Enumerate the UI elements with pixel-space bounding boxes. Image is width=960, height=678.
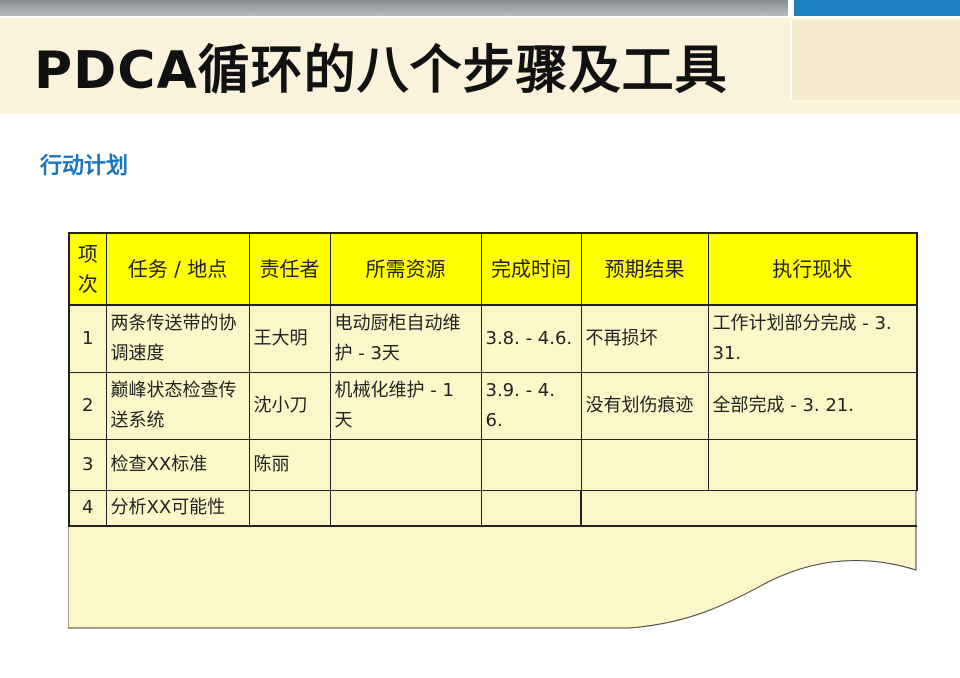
table-cell: 3.8. - 4.6.: [480, 304, 582, 373]
table-cell: 不再损坏: [580, 304, 709, 373]
table-cell: 没有划伤痕迹: [580, 372, 709, 440]
column-header: 所需资源: [329, 232, 482, 306]
column-header: 项次: [68, 232, 107, 306]
table-cell: 3.9. - 4. 6.: [480, 372, 582, 440]
table-cell: 巅峰状态检查传送系统: [105, 372, 250, 440]
table-cell: [480, 490, 582, 527]
table-cell: 电动厨柜自动维护 - 3天: [329, 304, 482, 373]
table-cell: [329, 490, 482, 527]
table-row: 3 检查XX标准 陈丽: [68, 439, 918, 491]
table-row: 1 两条传送带的协调速度 王大明 电动厨柜自动维护 - 3天 3.8. - 4.…: [68, 304, 918, 373]
table-cell: 2: [68, 372, 107, 440]
table-cell: 全部完成 - 3. 21.: [707, 372, 918, 440]
table-cell: 检查XX标准: [105, 439, 250, 491]
table-cell: [248, 490, 331, 527]
table-cell: 工作计划部分完成 - 3. 31.: [707, 304, 918, 373]
action-plan-table: 项次 任务 / 地点 责任者 所需资源 完成时间 预期结果 执行现状 1 两条传…: [68, 232, 918, 527]
table-cell: 陈丽: [248, 439, 331, 491]
table-cell: [707, 439, 918, 491]
table-cell: 机械化维护 - 1 天: [329, 372, 482, 440]
page-title: PDCA循环的八个步骤及工具: [34, 41, 728, 101]
column-header: 完成时间: [480, 232, 582, 306]
table-cell-empty: [581, 490, 708, 527]
column-header: 预期结果: [580, 232, 709, 306]
table-cell: [580, 439, 709, 491]
section-subtitle: 行动计划: [40, 154, 129, 179]
column-header: 责任者: [248, 232, 331, 306]
table-cell: 沈小刀: [248, 372, 331, 440]
table-cell: [480, 439, 582, 491]
column-header: 执行现状: [707, 232, 918, 306]
table-cell: 王大明: [248, 304, 331, 373]
top-gray-bar: [0, 0, 788, 16]
table-header-row: 项次 任务 / 地点 责任者 所需资源 完成时间 预期结果 执行现状: [68, 232, 918, 306]
table-row: 4 分析XX可能性: [68, 490, 917, 527]
top-blue-bar: [794, 0, 960, 16]
table-row: 2 巅峰状态检查传送系统 沈小刀 机械化维护 - 1 天 3.9. - 4. 6…: [68, 372, 918, 440]
title-band-side-panel: [790, 20, 960, 100]
column-header: 任务 / 地点: [105, 232, 250, 306]
table-cell: 分析XX可能性: [105, 490, 250, 527]
table-cell: 3: [68, 439, 107, 491]
table-cell: 4: [68, 490, 107, 527]
table-cell: [329, 439, 482, 491]
table-cell: 1: [68, 304, 107, 373]
table-cell: 两条传送带的协调速度: [105, 304, 250, 373]
table-cell-empty: [708, 490, 917, 527]
